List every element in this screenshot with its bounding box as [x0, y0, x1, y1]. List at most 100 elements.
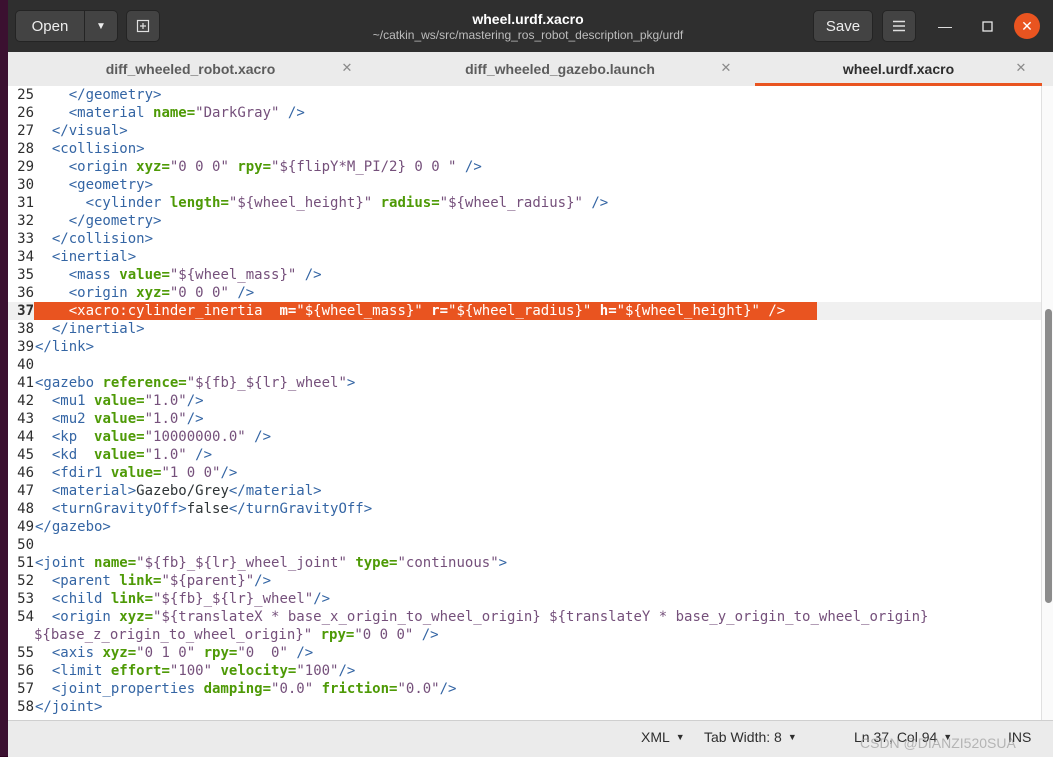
menu-button[interactable] — [882, 10, 916, 42]
tab-diff-wheeled-gazebo[interactable]: diff_wheeled_gazebo.launch — [373, 52, 747, 86]
code-line[interactable]: </geometry> — [35, 86, 162, 104]
tab-close-icon[interactable]: ✕ — [718, 60, 734, 76]
code-token: <material> — [51, 483, 137, 499]
line-number: 35 — [17, 267, 34, 283]
code-token: <axis — [51, 645, 103, 661]
code-token: </visual> — [51, 123, 128, 139]
code-token: </inertial> — [51, 321, 145, 337]
code-token: value= — [94, 411, 145, 427]
code-line[interactable]: <gazebo reference="${fb}_${lr}_wheel"> — [35, 374, 355, 392]
line-number: 26 — [17, 105, 34, 121]
code-line[interactable]: <material>Gazebo/Grey</material> — [35, 482, 322, 500]
minimize-icon: — — [938, 18, 952, 34]
code-line[interactable]: </gazebo> — [35, 518, 111, 536]
code-line[interactable]: <kd value="1.0" /> — [35, 446, 212, 464]
code-line[interactable]: <joint_properties damping="0.0" friction… — [35, 680, 457, 698]
new-tab-button[interactable] — [126, 10, 160, 42]
code-token: "${flipY*M_PI/2} 0 0 " — [271, 159, 457, 175]
code-line[interactable]: <kp value="10000000.0" /> — [35, 428, 271, 446]
code-line[interactable]: <inertial> — [35, 248, 136, 266]
maximize-button[interactable] — [974, 13, 1000, 39]
code-line[interactable]: <origin xyz="0 0 0" rpy="${flipY*M_PI/2}… — [35, 158, 482, 176]
minimize-button[interactable]: — — [932, 13, 958, 39]
tab-width-selector[interactable]: Tab Width: 8 ▼ — [704, 721, 797, 753]
code-token: rpy= — [203, 645, 238, 661]
open-label: Open — [31, 17, 69, 35]
code-token: "${wheel_radius}" — [448, 303, 592, 319]
code-token: /> — [338, 663, 356, 679]
code-token: value= — [94, 447, 145, 463]
open-menu-button[interactable]: ▼ — [84, 10, 118, 42]
code-editor[interactable]: 25 </geometry> 26 <material name="DarkGra… — [8, 86, 1041, 720]
code-token: "${wheel_height}" — [616, 303, 760, 319]
code-token: "0 0 0" — [169, 285, 229, 301]
code-line[interactable]: <axis xyz="0 1 0" rpy="0 0" /> — [35, 644, 313, 662]
code-line[interactable]: <fdir1 value="1 0 0"/> — [35, 464, 237, 482]
code-line[interactable]: </collision> — [35, 230, 153, 248]
code-line[interactable]: <material name="DarkGray" /> — [35, 104, 305, 122]
save-button[interactable]: Save — [813, 10, 873, 42]
code-line[interactable]: <joint name="${fb}_${lr}_wheel_joint" ty… — [35, 554, 507, 572]
code-line[interactable]: <mass value="${wheel_mass}" /> — [35, 266, 322, 284]
tab-close-icon[interactable]: ✕ — [1013, 60, 1029, 76]
line-number: 30 — [17, 177, 34, 193]
close-window-button[interactable]: ✕ — [1014, 13, 1040, 39]
code-token: name= — [153, 105, 196, 121]
code-token: "100" — [296, 663, 339, 679]
language-selector[interactable]: XML ▼ — [641, 721, 685, 753]
code-token: <kp — [51, 429, 95, 445]
code-line[interactable]: <limit effort="100" velocity="100"/> — [35, 662, 356, 680]
code-line[interactable]: ${base_z_origin_to_wheel_origin}" rpy="0… — [34, 626, 439, 644]
code-token: xyz= — [136, 159, 170, 175]
code-token: <mu2 — [51, 411, 95, 427]
vertical-scrollbar[interactable] — [1041, 86, 1053, 720]
code-token: "${fb}_${lr}_wheel" — [153, 591, 314, 607]
line-number: 44 — [17, 429, 34, 445]
new-document-icon — [136, 19, 150, 33]
open-button[interactable]: Open — [15, 10, 85, 42]
code-line[interactable]: </joint> — [35, 698, 102, 716]
code-token: m= — [279, 303, 297, 319]
code-token: <turnGravityOff> — [51, 501, 187, 517]
code-line[interactable]: <mu2 value="1.0"/> — [35, 410, 204, 428]
code-token: /> — [313, 591, 331, 607]
code-line[interactable]: </geometry> — [35, 212, 162, 230]
code-line[interactable]: </visual> — [35, 122, 128, 140]
code-token: xyz= — [136, 285, 170, 301]
code-line[interactable]: </inertial> — [35, 320, 145, 338]
scrollbar-thumb[interactable] — [1045, 309, 1052, 603]
line-number — [8, 626, 34, 644]
code-line[interactable]: </link> — [35, 338, 94, 356]
code-token: length= — [169, 195, 229, 211]
code-token: </turnGravityOff> — [228, 501, 373, 517]
code-line[interactable]: <xacro:cylinder_inertia m="${wheel_mass}… — [35, 302, 786, 320]
code-line[interactable]: <parent link="${parent}"/> — [35, 572, 271, 590]
code-token: "${fb}_${lr}_wheel_joint" — [136, 555, 347, 571]
line-number: 31 — [17, 195, 34, 211]
code-token: > — [498, 555, 508, 571]
tab-wheel-urdf-xacro[interactable]: wheel.urdf.xacro — [755, 52, 1042, 86]
code-token: <collision> — [51, 141, 145, 157]
code-line[interactable]: <origin xyz="${translateX * base_x_origi… — [35, 608, 929, 626]
code-token: "100" — [169, 663, 213, 679]
tab-diff-wheeled-robot[interactable]: diff_wheeled_robot.xacro — [8, 52, 373, 86]
code-line[interactable]: <geometry> — [35, 176, 153, 194]
code-line[interactable]: <turnGravityOff>false</turnGravityOff> — [35, 500, 372, 518]
code-line[interactable]: <child link="${fb}_${lr}_wheel"/> — [35, 590, 330, 608]
code-token: damping= — [203, 681, 272, 697]
code-token: type= — [355, 555, 398, 571]
code-line[interactable]: <cylinder length="${wheel_height}" radiu… — [35, 194, 609, 212]
code-line[interactable]: <collision> — [35, 140, 145, 158]
tab-close-icon[interactable]: ✕ — [339, 60, 355, 76]
code-line[interactable]: <mu1 value="1.0"/> — [35, 392, 204, 410]
code-token: /> — [582, 195, 609, 211]
line-number: 52 — [17, 573, 34, 589]
code-line[interactable]: <origin xyz="0 0 0" /> — [35, 284, 254, 302]
